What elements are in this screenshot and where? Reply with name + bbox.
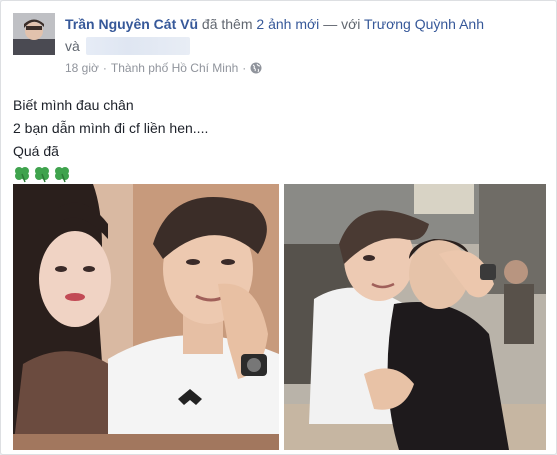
location-link[interactable]: Thành phố Hồ Chí Minh <box>111 61 238 75</box>
emoji-row <box>13 165 208 183</box>
author-name[interactable]: Trần Nguyên Cát Vũ <box>65 16 198 32</box>
tagged-user-link[interactable]: Trương Quỳnh Anh <box>364 16 484 32</box>
photos-link[interactable]: 2 ảnh mới <box>256 16 319 32</box>
post-line: Biết mình đau chân <box>13 97 134 113</box>
four-leaf-clover-icon <box>13 165 31 183</box>
action-text: đã thêm <box>201 16 253 32</box>
post-photo-1[interactable] <box>13 184 279 450</box>
post-card: Trần Nguyên Cát Vũ đã thêm 2 ảnh mới — v… <box>0 0 557 455</box>
post-header-line2: và <box>65 37 190 55</box>
post-meta: 18 giờ · Thành phố Hồ Chí Minh · <box>65 61 262 75</box>
globe-icon[interactable] <box>250 62 262 74</box>
post-photo-2[interactable] <box>284 184 546 450</box>
meta-separator: · <box>102 61 107 75</box>
post-body: Biết mình đau chân 2 bạn dẫn mình đi cf … <box>13 94 208 183</box>
with-text: — với <box>323 16 361 32</box>
post-header: Trần Nguyên Cát Vũ đã thêm 2 ảnh mới — v… <box>65 16 484 32</box>
four-leaf-clover-icon <box>53 165 71 183</box>
four-leaf-clover-icon <box>33 165 51 183</box>
post-line: Quá đã <box>13 143 59 159</box>
author-avatar[interactable] <box>13 13 55 55</box>
blurred-tagged-user[interactable] <box>85 37 190 55</box>
meta-separator-2: · <box>242 61 247 75</box>
timestamp-link[interactable]: 18 giờ <box>65 61 99 75</box>
and-text: và <box>65 38 80 54</box>
post-line: 2 bạn dẫn mình đi cf liền hen.... <box>13 120 209 136</box>
